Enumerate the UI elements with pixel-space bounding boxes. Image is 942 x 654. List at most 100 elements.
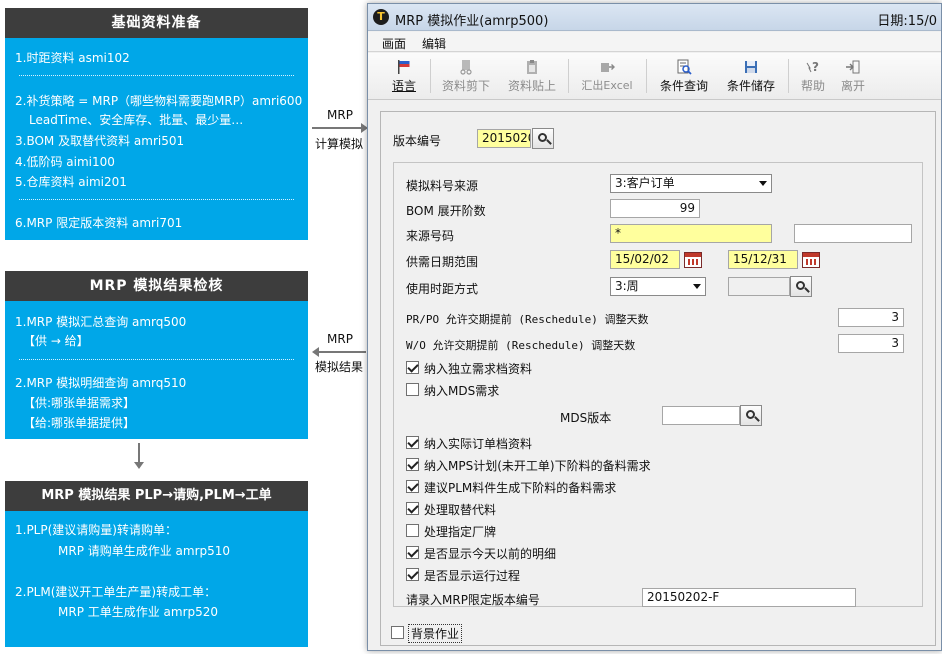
list-item: LeadTime、安全库存、批量、最少量… [29, 113, 244, 127]
menu-bar: 画面 编辑 [368, 32, 941, 52]
arrow-label-bottom: 计算模拟 [314, 137, 363, 151]
list-item: 【供 → 给】 [23, 334, 89, 348]
list-item: MRP 请购单生成作业 amrp510 [58, 544, 231, 558]
date-to-input[interactable]: 15/12/31 [728, 250, 798, 269]
checkbox-label: 纳入实际订单档资料 [424, 437, 533, 451]
mps-material-checkbox[interactable] [406, 458, 419, 471]
menu-screen[interactable]: 画面 [382, 35, 406, 52]
panel-convert: 1.PLP(建议请购量)转请购单： MRP 请购单生成作业 amrp510 2.… [5, 511, 308, 647]
panel-check: 1.MRP 模拟汇总查询 amrq500 【供 → 给】 2.MRP 模拟明细查… [5, 301, 308, 439]
time-bucket-search-button[interactable] [790, 276, 812, 297]
checkbox-label: 是否显示今天以前的明细 [424, 547, 557, 561]
bom-levels-input[interactable]: 99 [610, 199, 700, 218]
help-icon: ? [806, 60, 819, 74]
export-excel-button[interactable]: 汇出Excel [576, 57, 638, 97]
arrow-label-bottom: 模拟结果 [314, 360, 363, 374]
app-logo-icon: T [373, 9, 389, 25]
panel-basic-data: 1.时距资料 asmi102 2.补货策略 = MRP（哪些物料需要跑MRP）a… [5, 38, 308, 240]
version-label: 版本编号 [393, 134, 442, 148]
mds-version-input[interactable] [662, 406, 740, 425]
calendar-icon[interactable] [802, 252, 820, 268]
window-date: 日期:15/0 [877, 14, 937, 29]
calendar-icon[interactable] [684, 252, 702, 268]
list-item: 2.MRP 模拟明细查询 amrq510 [15, 376, 187, 390]
window-title: MRP 模拟作业(amrp500) [395, 14, 549, 29]
svg-text:?: ? [812, 60, 819, 74]
panel-basic-data-title: 基础资料准备 [5, 8, 308, 38]
time-bucket-label: 使用时距方式 [406, 282, 479, 296]
title-bar[interactable]: T MRP 模拟作业(amrp500) 日期:15/0 [368, 4, 941, 31]
time-bucket-select[interactable]: 3:周 [610, 277, 706, 296]
toolbar-separator [430, 59, 431, 93]
list-item: 1.MRP 模拟汇总查询 amrq500 [15, 315, 187, 329]
checkbox-label: 纳入MDS需求 [424, 384, 500, 398]
pr-po-reschedule-input[interactable]: 3 [838, 308, 904, 327]
list-item: 4.低阶码 aimi100 [15, 155, 115, 169]
paste-button[interactable]: 资料贴上 [504, 57, 560, 97]
help-button[interactable]: ? 帮助 [796, 57, 830, 97]
mds-version-label: MDS版本 [560, 411, 612, 425]
time-bucket-code-input[interactable] [728, 277, 790, 296]
version-search-button[interactable] [532, 128, 554, 149]
list-item: 1.时距资料 asmi102 [15, 51, 130, 65]
exit-icon [846, 60, 860, 74]
version-input[interactable]: 20150202 [477, 129, 531, 148]
show-past-detail-checkbox[interactable] [406, 546, 419, 559]
source-number-extra-input[interactable] [794, 224, 912, 243]
source-select[interactable]: 3:客户订单 [610, 174, 772, 193]
wo-reschedule-input[interactable]: 3 [838, 334, 904, 353]
independent-demand-checkbox[interactable] [406, 361, 419, 374]
save-icon [745, 61, 757, 73]
date-from-input[interactable]: 15/02/02 [610, 250, 680, 269]
show-process-checkbox[interactable] [406, 568, 419, 581]
substitute-checkbox[interactable] [406, 502, 419, 515]
chevron-down-icon [759, 181, 767, 186]
divider [19, 359, 294, 360]
checkbox-label: 处理取替代料 [424, 503, 497, 517]
form-area: 版本编号 20150202 模拟料号来源 3:客户订单 BOM 展开阶数 99 … [380, 111, 936, 646]
query-icon [677, 59, 692, 75]
save-condition-button[interactable]: 条件储存 [722, 57, 780, 97]
paste-icon [527, 60, 537, 74]
list-item: 【供:哪张单据需求】 [23, 396, 136, 410]
list-item: 3.BOM 及取替代资料 amri501 [15, 134, 185, 148]
limit-version-input[interactable]: 20150202-F [642, 588, 856, 607]
chevron-down-icon [693, 284, 701, 289]
cut-button[interactable]: 资料剪下 [438, 57, 494, 97]
source-number-input[interactable]: * [610, 224, 772, 243]
language-button[interactable]: 语言 [386, 57, 422, 97]
list-item: 【给:哪张单据提供】 [23, 416, 136, 430]
list-item: 1.PLP(建议请购量)转请购单： [15, 523, 177, 537]
mds-version-search-button[interactable] [740, 405, 762, 426]
exit-button[interactable]: 离开 [836, 57, 870, 97]
list-item: 5.仓库资料 aimi201 [15, 175, 127, 189]
checkbox-label: 纳入独立需求档资料 [424, 362, 533, 376]
list-item: MRP 工单生成作业 amrp520 [58, 605, 219, 619]
brand-checkbox[interactable] [406, 524, 419, 537]
right-arrow-icon [312, 123, 368, 133]
limit-version-label: 请录入MRP限定版本编号 [406, 593, 540, 607]
left-arrow-icon [312, 347, 366, 357]
list-item: 2.补货策略 = MRP（哪些物料需要跑MRP）amri600 [15, 94, 303, 108]
cut-icon [460, 60, 472, 75]
export-excel-icon [601, 63, 615, 72]
flag-icon [398, 60, 410, 74]
toolbar: 语言 资料剪下 资料贴上 汇出Excel 条件查询 条件储存 ? 帮助 离开 [368, 53, 941, 100]
arrow-label-top: MRP [327, 108, 353, 122]
list-item: 6.MRP 限定版本资料 amri701 [15, 216, 183, 230]
checkbox-label: 纳入MPS计划(未开工单)下阶料的备料需求 [424, 459, 651, 473]
arrow-label-top: MRP [327, 332, 353, 346]
actual-order-checkbox[interactable] [406, 436, 419, 449]
mds-demand-checkbox[interactable] [406, 383, 419, 396]
pr-po-reschedule-label: PR/PO 允许交期提前 (Reschedule) 调整天数 [406, 313, 649, 326]
plm-material-checkbox[interactable] [406, 480, 419, 493]
list-item: 2.PLM(建议开工单生产量)转成工单： [15, 585, 217, 599]
checkbox-label: 是否显示运行过程 [424, 569, 521, 583]
divider [19, 75, 294, 76]
source-number-label: 来源号码 [406, 229, 455, 243]
query-button[interactable]: 条件查询 [656, 57, 712, 97]
checkbox-label: 处理指定厂牌 [424, 525, 497, 539]
background-job-checkbox[interactable] [391, 626, 404, 639]
panel-check-title: MRP 模拟结果检核 [5, 271, 308, 301]
menu-edit[interactable]: 编辑 [422, 35, 446, 52]
